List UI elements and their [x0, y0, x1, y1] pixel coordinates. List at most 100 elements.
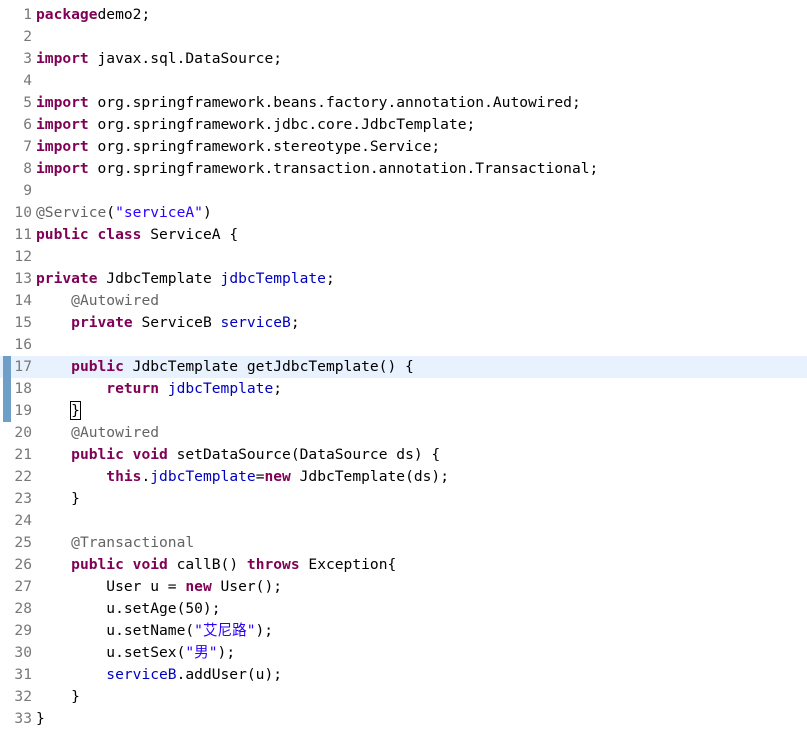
code-token: .addUser(u);	[176, 666, 283, 683]
code-token: u.setSex(	[36, 644, 186, 661]
code-line[interactable]: 23 }	[0, 488, 807, 510]
line-number: 29	[14, 622, 32, 639]
code-token: @Autowired	[71, 292, 160, 309]
code-token: javax.sql.DataSource;	[88, 50, 283, 67]
code-token: package	[36, 6, 98, 23]
code-text: private JdbcTemplate jdbcTemplate;	[36, 268, 335, 290]
code-line[interactable]: 13 private JdbcTemplate jdbcTemplate;	[0, 268, 807, 290]
code-text: }	[36, 400, 81, 422]
code-token: new	[264, 468, 291, 485]
code-token: ServiceA {	[141, 226, 239, 243]
code-text: }	[36, 708, 45, 730]
code-token: "艾尼路"	[194, 622, 256, 639]
code-token: .	[141, 468, 151, 485]
line-number: 26	[14, 556, 32, 573]
code-line[interactable]: 24	[0, 510, 807, 532]
code-token: return	[106, 380, 160, 397]
code-line[interactable]: 1 packagedemo2;	[0, 4, 807, 26]
code-token: void	[132, 556, 168, 573]
code-line[interactable]: 10 @Service("serviceA")	[0, 202, 807, 224]
code-line[interactable]: 6 import org.springframework.jdbc.core.Jd…	[0, 114, 807, 136]
code-text: }	[36, 488, 80, 510]
code-token: (	[106, 204, 116, 221]
code-text: @Transactional	[36, 532, 194, 554]
code-line[interactable]: 32 }	[0, 686, 807, 708]
code-text: @Service("serviceA")	[36, 202, 212, 224]
code-line[interactable]: 17 public JdbcTemplate getJdbcTemplate()…	[0, 356, 807, 378]
code-line[interactable]: 15 private ServiceB serviceB;	[0, 312, 807, 334]
code-line[interactable]: 19 }	[0, 400, 807, 422]
code-line[interactable]: 5 import org.springframework.beans.factor…	[0, 92, 807, 114]
code-text: import org.springframework.beans.factory…	[36, 92, 581, 114]
code-token: JdbcTemplate	[97, 270, 221, 287]
code-line[interactable]: 30 u.setSex("男");	[0, 642, 807, 664]
code-token: @Transactional	[71, 534, 195, 551]
line-number: 30	[14, 644, 32, 661]
code-line[interactable]: 3 import javax.sql.DataSource;	[0, 48, 807, 70]
line-number: 28	[14, 600, 32, 617]
code-token: private	[71, 314, 133, 331]
code-token: u.setAge(50);	[36, 600, 221, 617]
line-number: 13	[14, 270, 32, 287]
code-line[interactable]: 11 public class ServiceA {	[0, 224, 807, 246]
code-text: public void setDataSource(DataSource ds)…	[36, 444, 440, 466]
code-token: jdbcTemplate	[220, 270, 326, 287]
code-token: callB()	[167, 556, 247, 573]
code-text: public void callB() throws Exception{	[36, 554, 396, 576]
code-token: ;	[273, 380, 283, 397]
line-number: 32	[14, 688, 32, 705]
code-token: "男"	[185, 644, 218, 661]
code-token: public	[71, 358, 124, 375]
code-token: import	[36, 50, 89, 67]
code-token: org.springframework.beans.factory.annota…	[88, 94, 581, 111]
code-line[interactable]: 29 u.setName("艾尼路");	[0, 620, 807, 642]
code-text: import org.springframework.stereotype.Se…	[36, 136, 440, 158]
code-token: )	[202, 204, 212, 221]
code-token: public	[71, 556, 124, 573]
code-token: public	[71, 446, 124, 463]
code-line[interactable]: 14 @Autowired	[0, 290, 807, 312]
line-number: 25	[14, 534, 32, 551]
code-line[interactable]: 21 public void setDataSource(DataSource …	[0, 444, 807, 466]
code-text: this.jdbcTemplate=new JdbcTemplate(ds);	[36, 466, 449, 488]
code-token: new	[185, 578, 212, 595]
code-token: this	[106, 468, 142, 485]
code-token: Exception{	[299, 556, 397, 573]
line-number: 6	[23, 116, 32, 133]
line-number: 11	[14, 226, 32, 243]
code-editor[interactable]: 1 packagedemo2; 2 3 import javax.sql.DataSou…	[0, 4, 807, 730]
code-token: throws	[246, 556, 300, 573]
code-line[interactable]: 25 @Transactional	[0, 532, 807, 554]
code-token: @Autowired	[71, 424, 160, 441]
line-number: 16	[14, 336, 32, 353]
code-line[interactable]: 16	[0, 334, 807, 356]
code-token: jdbcTemplate	[150, 468, 256, 485]
code-text: import javax.sql.DataSource;	[36, 48, 282, 70]
code-token: @Service	[36, 204, 107, 221]
line-number: 14	[14, 292, 32, 309]
code-line[interactable]: 2	[0, 26, 807, 48]
line-number: 19	[14, 402, 32, 419]
code-line[interactable]: 12	[0, 246, 807, 268]
code-line[interactable]: 28 u.setAge(50);	[0, 598, 807, 620]
code-token: User();	[211, 578, 283, 595]
code-line[interactable]: 18 return jdbcTemplate;	[0, 378, 807, 400]
code-line[interactable]: 4	[0, 70, 807, 92]
code-line[interactable]: 27 User u = new User();	[0, 576, 807, 598]
code-token: "serviceA"	[115, 204, 203, 221]
line-number: 1	[23, 6, 32, 23]
line-number: 23	[14, 490, 32, 507]
code-line[interactable]: 26 public void callB() throws Exception{	[0, 554, 807, 576]
code-line[interactable]: 8 import org.springframework.transaction.…	[0, 158, 807, 180]
line-number: 18	[14, 380, 32, 397]
code-line[interactable]: 9	[0, 180, 807, 202]
code-line[interactable]: 20 @Autowired	[0, 422, 807, 444]
code-line[interactable]: 22 this.jdbcTemplate=new JdbcTemplate(ds…	[0, 466, 807, 488]
code-line[interactable]: 7 import org.springframework.stereotype.S…	[0, 136, 807, 158]
code-line[interactable]: 33}	[0, 708, 807, 730]
code-line[interactable]: 31 serviceB.addUser(u);	[0, 664, 807, 686]
